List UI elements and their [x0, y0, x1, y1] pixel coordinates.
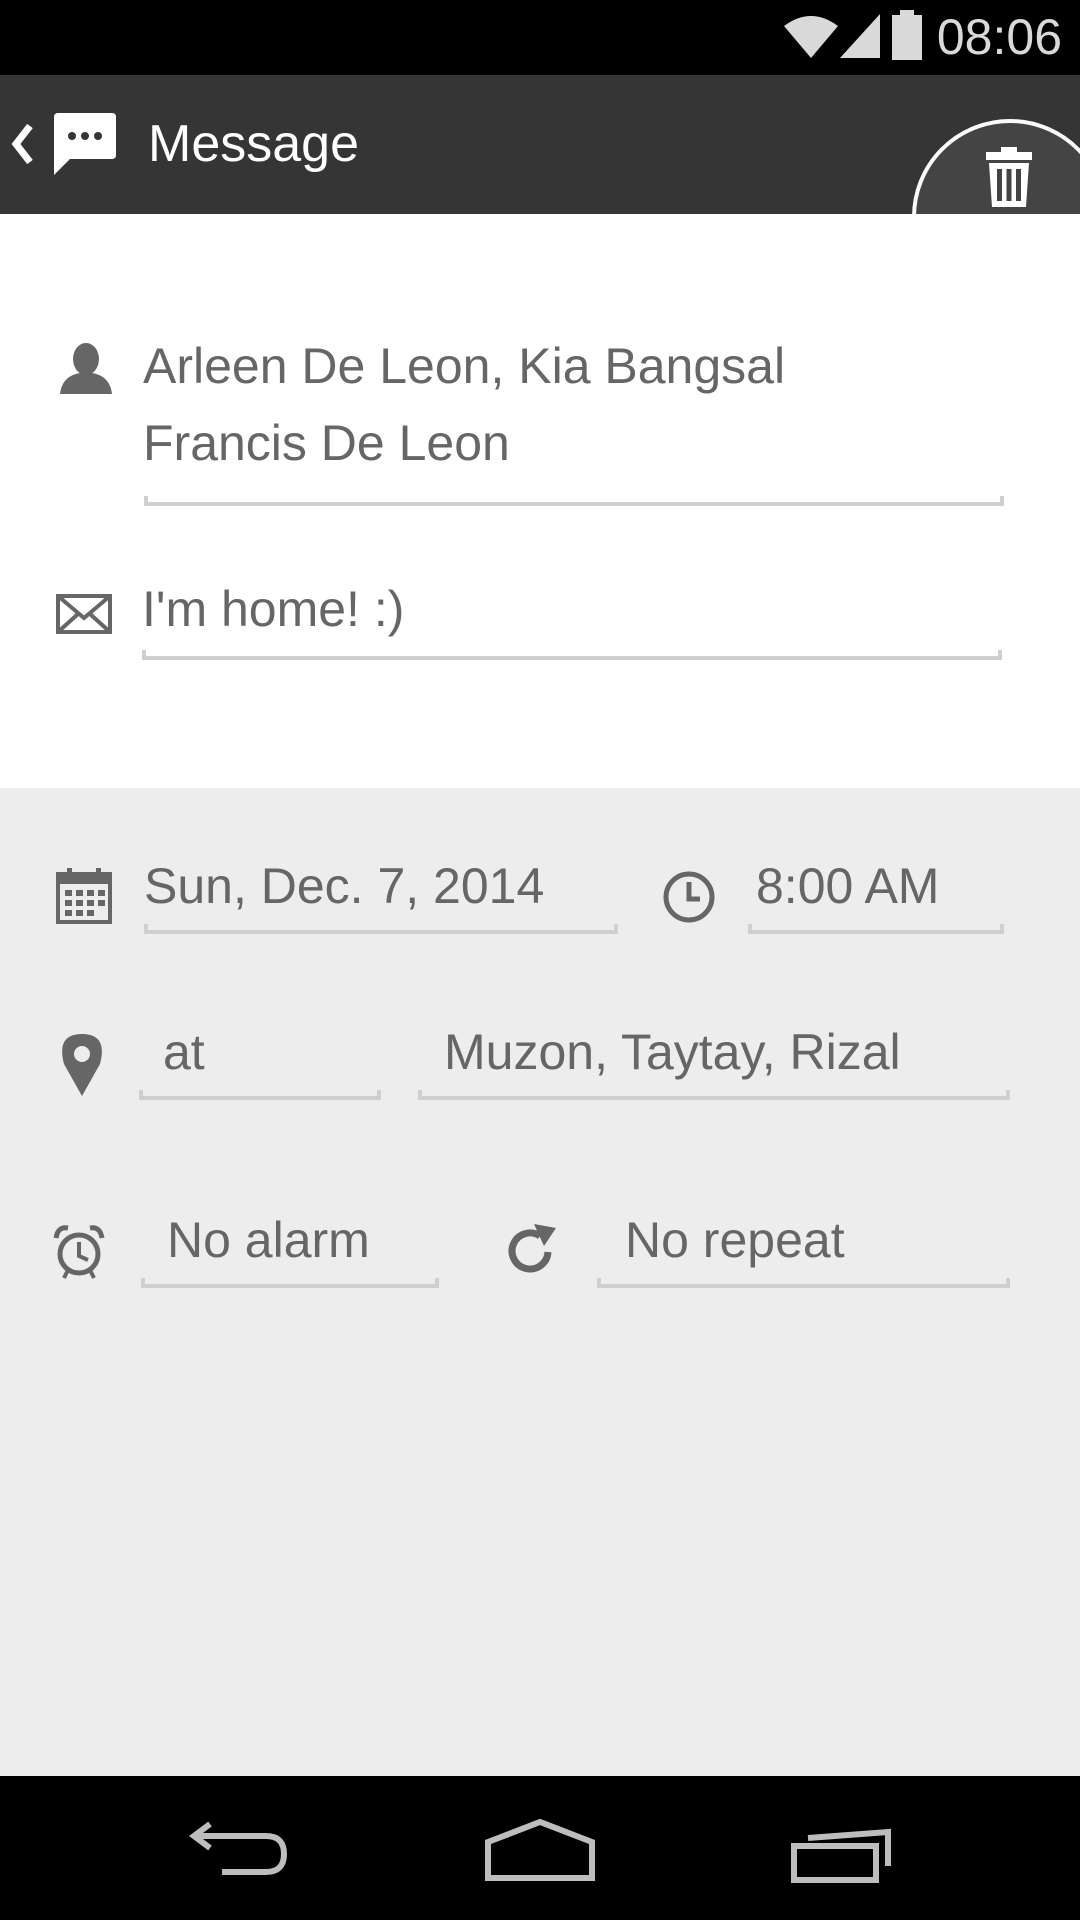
alarm-value: No alarm	[167, 1212, 370, 1268]
schedule-section: Sun, Dec. 7, 2014 8:00 AM at Muzon, Tayt…	[0, 788, 1080, 1776]
envelope-icon	[56, 594, 112, 634]
back-icon[interactable]	[186, 1820, 290, 1876]
location-underline	[418, 1090, 1010, 1100]
recipients-field[interactable]: Arleen De Leon, Kia Bangsal Francis De L…	[143, 328, 1004, 508]
alarm-clock-icon	[53, 1225, 105, 1279]
location-prefix-field[interactable]: at	[139, 1014, 381, 1114]
alarm-underline	[141, 1278, 439, 1288]
signal-icon	[840, 14, 880, 58]
time-value: 8:00 AM	[756, 858, 940, 914]
up-navigation[interactable]	[0, 75, 130, 214]
date-field[interactable]: Sun, Dec. 7, 2014	[144, 848, 618, 948]
status-time: 08:06	[936, 9, 1062, 65]
trash-icon	[986, 147, 1032, 207]
calendar-icon	[56, 868, 112, 924]
message-field[interactable]: I'm home! :)	[142, 571, 1002, 671]
recents-icon[interactable]	[790, 1826, 896, 1884]
location-value: Muzon, Taytay, Rizal	[444, 1024, 901, 1080]
message-form: Arleen De Leon, Kia Bangsal Francis De L…	[0, 214, 1080, 788]
clock-icon	[663, 871, 715, 923]
repeat-icon	[508, 1224, 556, 1273]
recipients-line-2: Francis De Leon	[143, 415, 510, 471]
status-bar: 08:06	[0, 0, 1080, 75]
action-bar: Message	[0, 75, 1080, 315]
time-underline	[748, 924, 1004, 934]
repeat-underline	[597, 1278, 1010, 1288]
message-underline	[142, 650, 1002, 660]
repeat-value: No repeat	[625, 1212, 845, 1268]
time-field[interactable]: 8:00 AM	[748, 848, 1004, 948]
message-text: I'm home! :)	[142, 581, 405, 637]
battery-icon	[892, 10, 922, 60]
date-value: Sun, Dec. 7, 2014	[144, 858, 545, 914]
location-prefix-underline	[139, 1090, 381, 1100]
recipients-underline	[144, 496, 1004, 506]
wifi-icon	[784, 16, 838, 58]
message-bubble-icon	[54, 113, 116, 175]
date-underline	[144, 924, 618, 934]
page-title: Message	[148, 115, 359, 173]
repeat-field[interactable]: No repeat	[597, 1202, 1010, 1302]
map-pin-icon	[62, 1034, 102, 1096]
chevron-left-icon	[11, 123, 33, 165]
alarm-field[interactable]: No alarm	[141, 1202, 439, 1302]
location-prefix: at	[163, 1024, 205, 1080]
recipients-line-1: Arleen De Leon, Kia Bangsal	[143, 338, 786, 394]
person-icon	[60, 343, 112, 394]
home-icon[interactable]	[484, 1818, 596, 1882]
navigation-bar	[0, 1776, 1080, 1920]
location-field[interactable]: Muzon, Taytay, Rizal	[418, 1014, 1010, 1114]
